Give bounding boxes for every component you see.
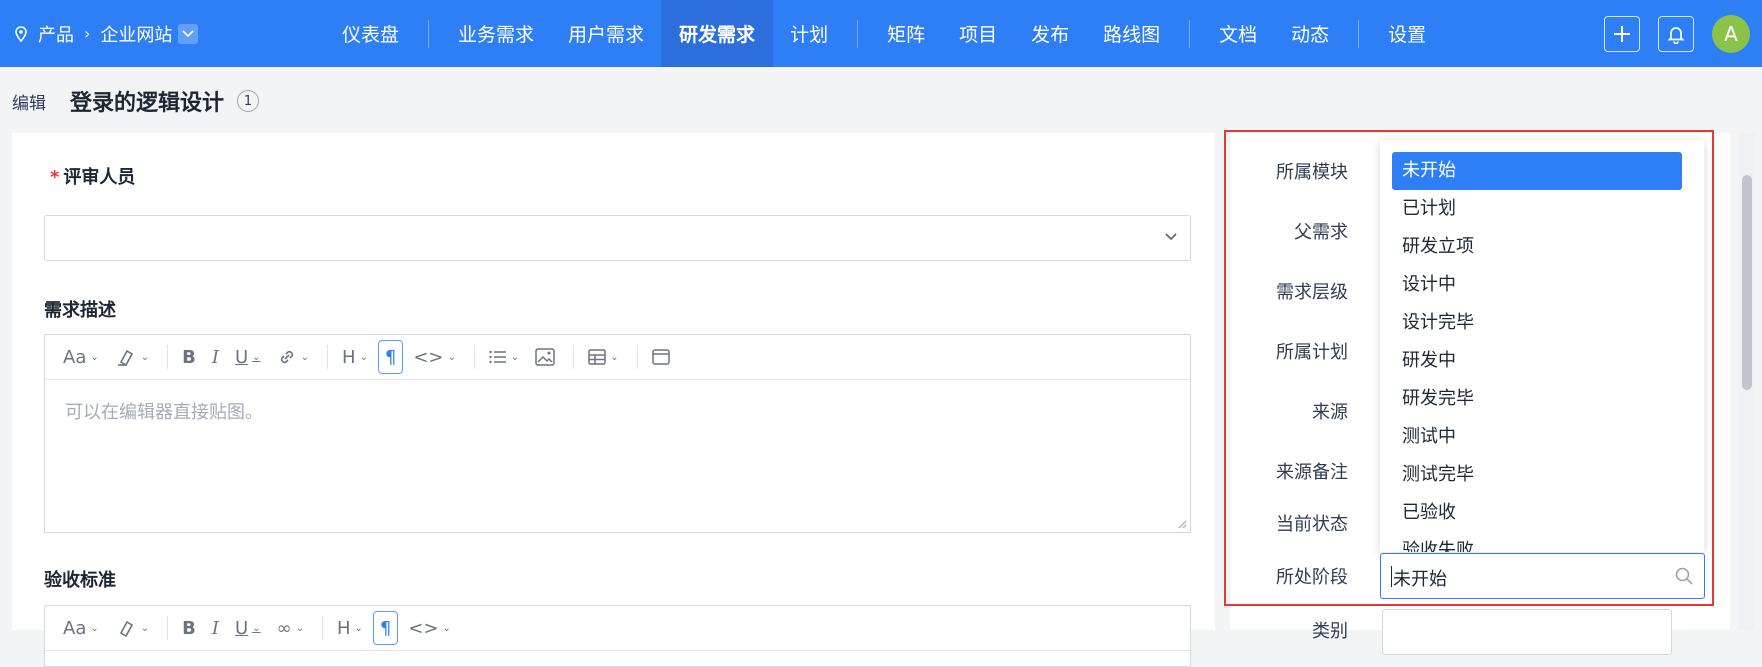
bell-icon [1667,26,1685,44]
toolbar-divider [473,345,475,369]
nav-divider [1358,19,1360,48]
bold-icon[interactable]: B [176,341,202,373]
table-icon[interactable]: ⌄ [582,341,624,373]
highlight-box [1224,130,1714,606]
page-title: 登录的逻辑设计 [70,91,225,116]
link-icon[interactable]: ∞ ⌄ [271,612,310,644]
link-icon[interactable]: ⌄ [271,341,315,373]
italic-icon[interactable]: I [206,341,225,373]
editor-toolbar: Aa ⌄ ⌄ B I U ⌄ ∞ ⌄ H ⌄ ¶ <> ⌄ [45,606,1190,651]
reviewer-select[interactable] [44,215,1191,261]
toolbar-divider [573,345,575,369]
plus-icon [1614,25,1630,42]
list-icon[interactable]: ⌄ [483,341,525,373]
main-form: * 评审人员 需求描述 Aa ⌄ ⌄ B I U ⌄ ⌄ H ⌄ ¶ <> ⌄ ⌄ ⌄ 可… [12,133,1215,667]
nav-divider [857,19,859,48]
toolbar-divider [167,345,169,369]
nav-dev-req[interactable]: 研发需求 [661,0,774,67]
nav-activity[interactable]: 动态 [1274,0,1346,67]
topbar-actions: A [1604,0,1762,67]
acceptance-label: 验收标准 [44,570,116,591]
resize-grip-icon[interactable] [1177,519,1187,529]
heading-icon[interactable]: H ⌄ [336,341,374,373]
editor-placeholder: 可以在编辑器直接贴图。 [65,402,263,423]
code-icon[interactable]: <> ⌄ [402,612,457,644]
location-pin-icon [15,25,27,42]
highlight-icon[interactable]: ⌄ [109,612,155,644]
nav-project[interactable]: 项目 [942,0,1014,67]
breadcrumb-product[interactable]: 产品 [38,21,74,47]
toolbar-divider [326,345,328,369]
nav-settings[interactable]: 设置 [1371,0,1443,67]
chevron-down-icon [182,29,194,37]
font-size-button[interactable]: Aa ⌄ [57,341,105,373]
italic-icon[interactable]: I [206,612,225,644]
id-badge: 1 [237,90,259,112]
avatar[interactable]: A [1712,14,1750,53]
category-select[interactable] [1382,609,1672,655]
top-navbar: 产品 › 企业网站 仪表盘 业务需求 用户需求 研发需求 计划 矩阵 项目 发布… [0,0,1762,67]
description-content[interactable]: 可以在编辑器直接贴图。 [45,380,1190,532]
field-label-category: 类别 [1312,621,1348,642]
nav-release[interactable]: 发布 [1014,0,1086,67]
toolbar-divider [167,616,169,640]
nav-dashboard[interactable]: 仪表盘 [325,0,416,67]
font-size-button[interactable]: Aa ⌄ [57,612,105,644]
description-editor: Aa ⌄ ⌄ B I U ⌄ ⌄ H ⌄ ¶ <> ⌄ ⌄ ⌄ 可以在编辑器直接贴图。 [44,334,1191,533]
paragraph-icon[interactable]: ¶ [377,340,404,374]
embed-icon[interactable] [646,341,676,373]
heading-icon[interactable]: H ⌄ [331,612,369,644]
notifications-button[interactable] [1658,15,1694,52]
nav-business-req[interactable]: 业务需求 [441,0,551,67]
bold-icon[interactable]: B [176,612,202,644]
edit-label: 编辑 [12,94,46,114]
required-mark: * [50,167,60,188]
nav-plan[interactable]: 计划 [773,0,845,67]
nav-divider [1189,19,1191,48]
project-switch-button[interactable] [178,23,199,44]
nav-divider [428,19,430,48]
toolbar-divider [636,345,638,369]
editor-toolbar: Aa ⌄ ⌄ B I U ⌄ ⌄ H ⌄ ¶ <> ⌄ ⌄ ⌄ [45,335,1190,380]
underline-icon[interactable]: U ⌄ [229,612,267,644]
toolbar-divider [321,616,323,640]
breadcrumb: 产品 › 企业网站 [12,0,199,67]
nav-roadmap[interactable]: 路线图 [1086,0,1177,67]
create-button[interactable] [1604,15,1640,52]
nav-matrix[interactable]: 矩阵 [870,0,942,67]
reviewer-label-text: 评审人员 [63,167,136,188]
code-icon[interactable]: <> ⌄ [407,341,462,373]
breadcrumb-project[interactable]: 企业网站 [100,21,172,47]
underline-icon[interactable]: U ⌄ [229,341,267,373]
paragraph-icon[interactable]: ¶ [372,611,399,645]
chevron-right-icon: › [84,24,91,43]
scrollbar-thumb[interactable] [1742,175,1752,390]
page-header: 编辑 登录的逻辑设计 1 [0,67,1762,133]
acceptance-editor: Aa ⌄ ⌄ B I U ⌄ ∞ ⌄ H ⌄ ¶ <> ⌄ [44,605,1191,667]
chevron-down-icon [1165,233,1177,241]
nav-docs[interactable]: 文档 [1202,0,1274,67]
highlight-icon[interactable]: ⌄ [109,341,155,373]
page-scrollbar[interactable] [1739,133,1755,630]
nav-user-req[interactable]: 用户需求 [551,0,661,67]
description-label: 需求描述 [44,300,116,321]
reviewer-label: * 评审人员 [50,163,135,189]
main-nav: 仪表盘 业务需求 用户需求 研发需求 计划 矩阵 项目 发布 路线图 文档 动态… [325,0,1443,67]
image-icon[interactable] [529,341,561,373]
